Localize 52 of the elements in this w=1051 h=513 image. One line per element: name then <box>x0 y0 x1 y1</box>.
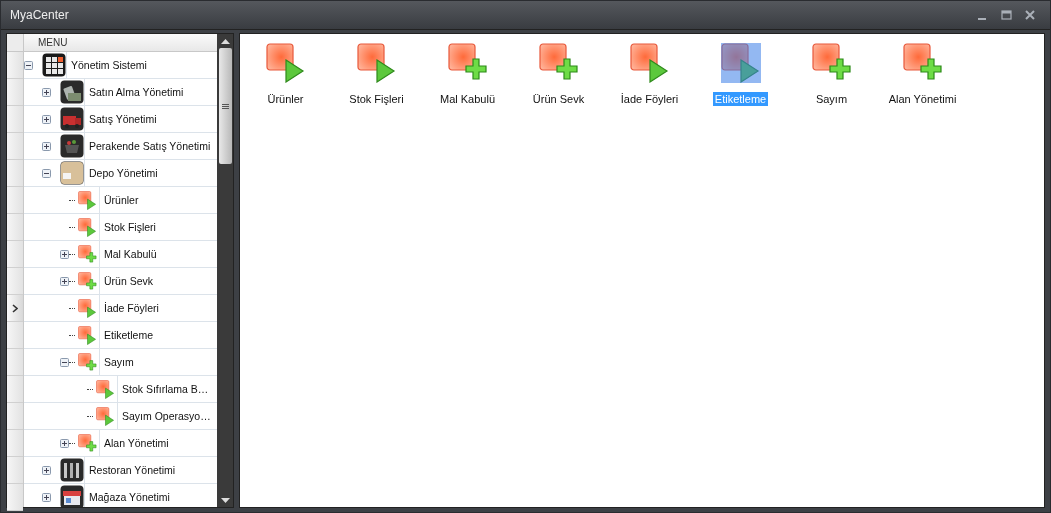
down-arrow-icon <box>220 497 230 503</box>
expand-icon[interactable] <box>42 141 51 151</box>
shortcut-label[interactable]: Alan Yönetimi <box>886 92 959 106</box>
window-title: MyaCenter <box>10 8 70 22</box>
collapse-icon[interactable] <box>42 168 51 178</box>
form-play-icon <box>96 379 115 399</box>
form-play-icon <box>356 43 397 83</box>
app-tile-icon <box>60 107 84 131</box>
expand-icon[interactable] <box>60 438 69 448</box>
app-tile-icon <box>60 134 84 158</box>
form-add-icon <box>538 43 579 83</box>
form-play-icon <box>720 43 761 83</box>
form-play-icon <box>78 325 97 345</box>
expand-icon[interactable] <box>42 114 51 124</box>
shortcut-label[interactable]: Mal Kabulü <box>437 92 497 106</box>
shortcut-label[interactable]: Sayım <box>813 92 850 106</box>
minimize-icon <box>978 17 986 20</box>
expand-icon[interactable] <box>42 492 51 502</box>
form-add-icon <box>78 352 97 372</box>
form-play-icon <box>96 406 115 426</box>
form-add-icon <box>811 43 852 83</box>
grip-icon <box>221 103 229 109</box>
app-tile-icon <box>60 458 84 482</box>
form-add-icon <box>447 43 488 83</box>
form-add-icon <box>78 433 97 453</box>
column-header: MENU <box>24 34 217 52</box>
shortcut-label[interactable]: Ürün Sevk <box>530 92 587 106</box>
collapse-icon[interactable] <box>60 357 69 367</box>
expand-icon[interactable] <box>42 87 51 97</box>
form-play-icon <box>78 190 97 210</box>
collapse-icon[interactable] <box>24 60 33 70</box>
up-arrow-icon <box>220 38 230 44</box>
expand-icon[interactable] <box>42 465 51 475</box>
form-play-icon <box>629 43 670 83</box>
form-play-icon <box>265 43 306 83</box>
row-indicator[interactable] <box>7 295 23 322</box>
shortcut-label[interactable]: İade Föyleri <box>618 92 681 106</box>
row-pointer-icon <box>12 303 18 313</box>
shortcut-label[interactable]: Ürünler <box>265 92 306 106</box>
form-play-icon <box>78 298 97 318</box>
form-add-icon <box>78 244 97 264</box>
expand-icon[interactable] <box>60 276 69 286</box>
form-add-icon <box>78 271 97 291</box>
form-add-icon <box>902 43 943 83</box>
expand-icon[interactable] <box>60 249 69 259</box>
shortcut-label[interactable]: Stok Fişleri <box>347 92 406 106</box>
scroll-thumb[interactable] <box>218 48 232 164</box>
maximize-icon <box>1000 10 1012 20</box>
close-icon <box>1025 10 1035 20</box>
app-tile-icon <box>60 161 84 185</box>
form-play-icon <box>78 217 97 237</box>
app-tile-icon <box>60 80 84 104</box>
